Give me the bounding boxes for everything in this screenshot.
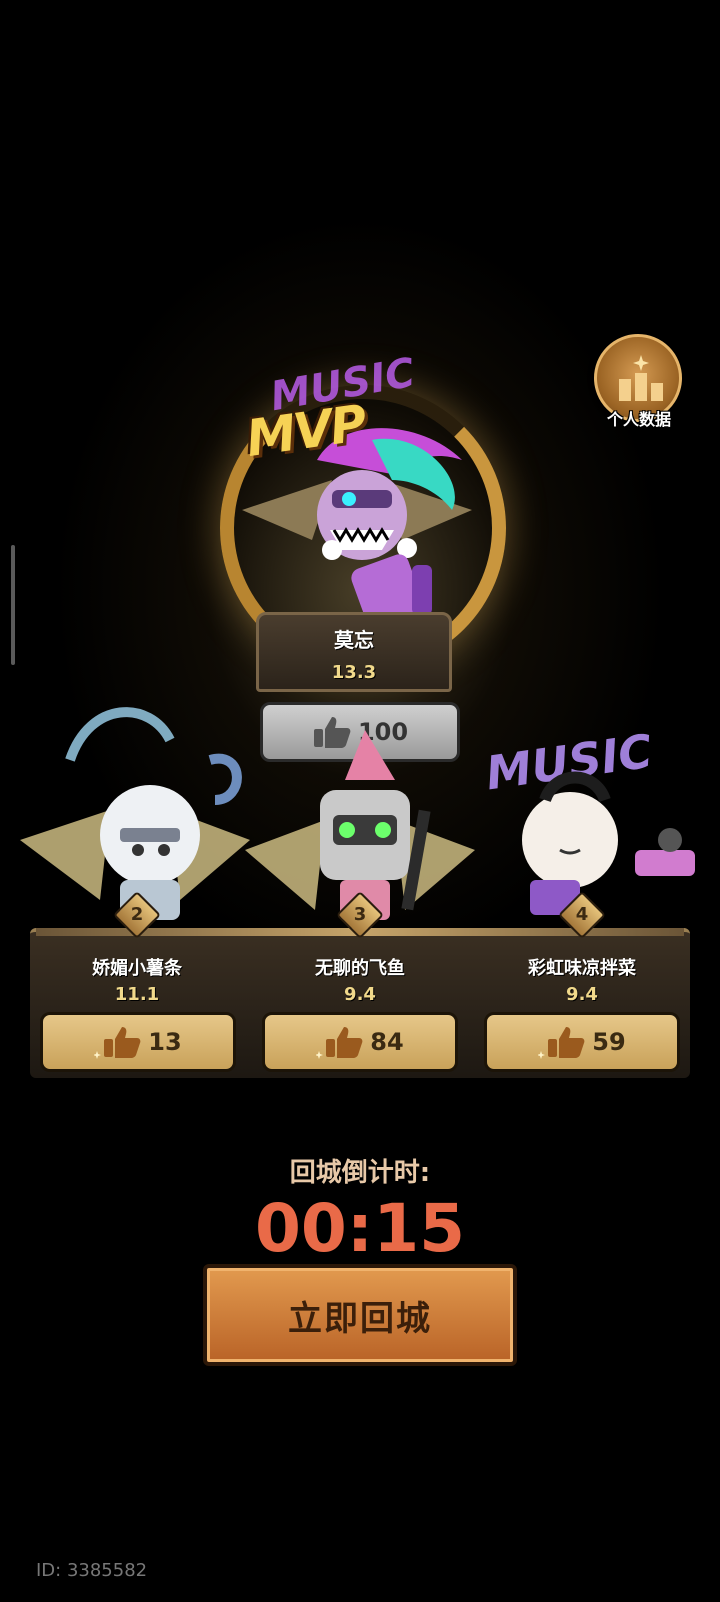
rank-3-like-button[interactable]: 84 bbox=[262, 1012, 458, 1072]
rank-3-number: 3 bbox=[353, 904, 367, 925]
mvp-player-name: 莫忘 bbox=[334, 628, 374, 652]
rank-3-player-name: 无聊的飞鱼 bbox=[315, 958, 405, 979]
personal-data-button[interactable]: 个人数据 bbox=[592, 334, 686, 434]
rank-2-number: 2 bbox=[130, 904, 144, 925]
rank-4-character-avatar: MUSIC bbox=[482, 724, 695, 915]
rank-4-player-score: 9.4 bbox=[566, 984, 598, 1005]
mvp-player-score: 13.3 bbox=[331, 662, 377, 683]
rank-2-player-score: 11.1 bbox=[114, 984, 160, 1005]
countdown-label: 回城倒计时: bbox=[289, 1158, 431, 1188]
rank-2-player-name: 娇媚小薯条 bbox=[92, 958, 182, 979]
thumbs-up-icon bbox=[316, 1027, 363, 1059]
return-to-city-button[interactable]: 立即回城 bbox=[203, 1264, 517, 1366]
thumbs-up-icon bbox=[94, 1027, 141, 1059]
rank-4-like-count: 59 bbox=[592, 1028, 626, 1056]
rank-4-like-button[interactable]: 59 bbox=[484, 1012, 680, 1072]
return-to-city-label: 立即回城 bbox=[288, 1298, 432, 1339]
scroll-indicator bbox=[11, 545, 15, 665]
rank-4-number: 4 bbox=[575, 904, 589, 925]
rank-4-graffiti: MUSIC bbox=[482, 724, 655, 801]
countdown-timer: 00:15 bbox=[254, 1190, 466, 1267]
personal-data-label: 个人数据 bbox=[606, 410, 671, 429]
rank-4-player-name: 彩虹味凉拌菜 bbox=[528, 958, 636, 979]
thumbs-up-icon bbox=[538, 1027, 585, 1059]
rank-2-like-button[interactable]: 13 bbox=[40, 1012, 236, 1072]
bar-chart-icon bbox=[619, 355, 663, 401]
rank-2-character-avatar bbox=[20, 707, 250, 920]
user-id-text: ID: 3385582 bbox=[36, 1560, 148, 1581]
rank-3-like-count: 84 bbox=[370, 1028, 404, 1056]
rank-3-player-score: 9.4 bbox=[344, 984, 376, 1005]
rank-2-like-count: 13 bbox=[148, 1028, 182, 1056]
